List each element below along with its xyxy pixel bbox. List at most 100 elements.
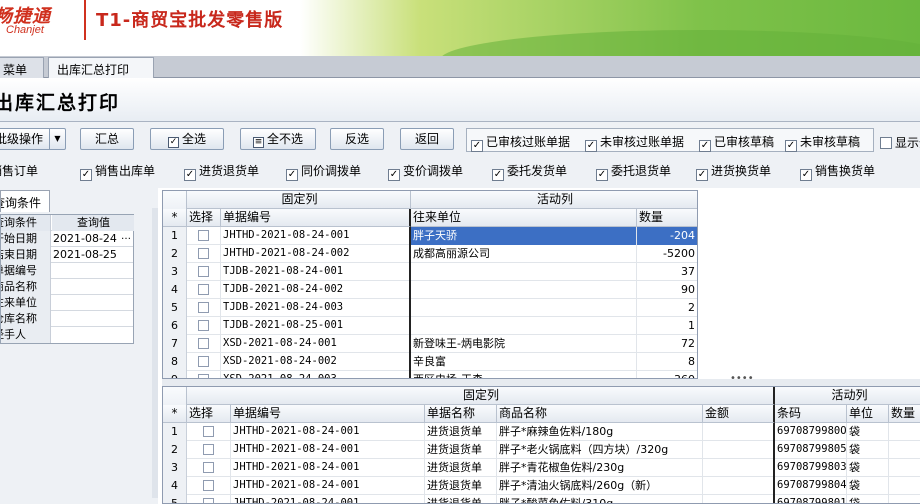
row-select-cell[interactable] [187, 441, 231, 459]
deselect-all-button[interactable]: ≡ 全不选 [240, 128, 316, 150]
table-row[interactable]: 4 TJDB-2021-08-24-002 90 [163, 281, 697, 299]
row-select-cell[interactable] [187, 317, 221, 335]
row-checkbox[interactable] [198, 266, 209, 277]
filter-draft-approved[interactable]: ✓ 已审核草稿 [699, 133, 774, 152]
table-row[interactable]: 3 TJDB-2021-08-24-001 37 [163, 263, 697, 281]
filter-draft-unapproved[interactable]: ✓ 未审核草稿 [785, 133, 860, 152]
row-select-cell[interactable] [187, 227, 221, 245]
filter-purchase-return[interactable]: ✓ 进货退货单 [184, 162, 259, 181]
row-checkbox[interactable] [198, 230, 209, 241]
table-row[interactable]: 4 JHTHD-2021-08-24-001 进货退货单 胖子*清油火锅底料/260g… [163, 477, 920, 495]
row-select-cell[interactable] [187, 371, 221, 378]
panel-scrollbar[interactable] [152, 208, 158, 498]
row-select-cell[interactable] [187, 495, 231, 503]
col-header-amount[interactable]: 金额 [703, 405, 775, 423]
table-row[interactable]: 5 TJDB-2021-08-24-003 2 [163, 299, 697, 317]
row-checkbox[interactable] [203, 462, 214, 473]
row-select-cell[interactable] [187, 477, 231, 495]
product-name-field[interactable] [52, 279, 134, 295]
query-row[interactable]: 经手人 [1, 327, 133, 343]
filter-purchase-exchange[interactable]: ✓ 进货换货单 [696, 162, 771, 181]
col-header-select[interactable]: 选择 [187, 209, 221, 227]
row-checkbox[interactable] [203, 444, 214, 455]
row-checkbox[interactable] [198, 302, 209, 313]
col-header-partner[interactable]: 往来单位 [411, 209, 637, 227]
row-checkbox[interactable] [198, 356, 209, 367]
table-row[interactable]: 1 JHTHD-2021-08-24-001 胖子天骄 -204 [163, 227, 697, 245]
drag-handle-icon: •••• [730, 373, 754, 384]
row-checkbox[interactable] [203, 480, 214, 491]
bill-no-cell: JHTHD-2021-08-24-001 [231, 423, 425, 441]
table-row[interactable]: 7 XSD-2021-08-24-001 新登味王-炳电影院 72 [163, 335, 697, 353]
table-row[interactable]: 6 TJDB-2021-08-25-001 1 [163, 317, 697, 335]
batch-ops-dropdown[interactable]: 批级操作 ▼ [0, 128, 66, 150]
row-select-cell[interactable] [187, 335, 221, 353]
summary-button[interactable]: 汇总 [80, 128, 134, 150]
row-select-cell[interactable] [187, 263, 221, 281]
end-date-field[interactable]: 2021-08-25 [52, 247, 134, 263]
query-row[interactable]: 仓库名称 [1, 311, 133, 327]
row-checkbox[interactable] [198, 248, 209, 259]
filter-consign-delivery[interactable]: ✓ 委托发货单 [492, 162, 567, 181]
col-header-bill-no[interactable]: 单据编号 [221, 209, 411, 227]
row-checkbox[interactable] [198, 320, 209, 331]
handler-field[interactable] [52, 327, 134, 343]
col-header-barcode[interactable]: 条码 [775, 405, 847, 423]
warehouse-field[interactable] [52, 311, 134, 327]
col-header-unit[interactable]: 单位 [847, 405, 889, 423]
filter-consign-return[interactable]: ✓ 委托退货单 [596, 162, 671, 181]
row-select-cell[interactable] [187, 245, 221, 263]
row-select-cell[interactable] [187, 423, 231, 441]
select-all-button[interactable]: ✓ 全选 [150, 128, 224, 150]
row-select-cell[interactable] [187, 299, 221, 317]
tab-menu[interactable]: 菜单 [0, 57, 44, 78]
back-label: 返回 [414, 132, 439, 146]
query-conditions-tab[interactable]: 查询条件 [0, 190, 50, 212]
table-row[interactable]: 2 JHTHD-2021-08-24-002 成都高丽源公司 -5200 [163, 245, 697, 263]
table-row[interactable]: 3 JHTHD-2021-08-24-001 进货退货单 胖子*青花椒鱼佐料/230g… [163, 459, 920, 477]
table-row[interactable]: 5 JHTHD-2021-08-24-001 进货退货单 胖子*酸菜鱼佐料/310g 6… [163, 495, 920, 503]
row-select-cell[interactable] [187, 353, 221, 371]
query-row[interactable]: 往来单位 [1, 295, 133, 311]
query-label: 开始日期 [1, 231, 51, 247]
invert-selection-button[interactable]: 反选 [330, 128, 384, 150]
partner-field[interactable] [52, 295, 134, 311]
row-checkbox[interactable] [203, 498, 214, 503]
col-header-bill-no[interactable]: 单据编号 [231, 405, 425, 423]
table-row[interactable]: 9 XSD-2021-08-24-003西区电场-王森360 [163, 371, 697, 378]
query-row[interactable]: 结束日期 2021-08-25 [1, 247, 133, 263]
table-row[interactable]: 1 JHTHD-2021-08-24-001 进货退货单 胖子*麻辣鱼佐料/180g 6… [163, 423, 920, 441]
row-checkbox[interactable] [203, 426, 214, 437]
row-select-cell[interactable] [187, 281, 221, 299]
bill-number-field[interactable] [52, 263, 134, 279]
filter-same-price-transfer[interactable]: ✓ 同价调拨单 [286, 162, 361, 181]
show-all-checkbox[interactable]: 显示全部 [880, 134, 920, 151]
query-row[interactable]: 开始日期 2021-08-24 … [1, 231, 133, 247]
filter-posted-unapproved[interactable]: ✓ 未审核过账单据 [585, 133, 684, 152]
ellipsis-icon[interactable]: … [121, 231, 131, 242]
col-header-qty[interactable]: 数量 [889, 405, 920, 423]
query-row[interactable]: 单据编号 [1, 263, 133, 279]
filter-sales-order[interactable]: 销售订单 [0, 162, 38, 179]
row-checkbox[interactable] [198, 338, 209, 349]
filter-label: 已审核草稿 [714, 135, 775, 149]
row-checkbox[interactable] [198, 284, 209, 295]
row-number: 1 [163, 227, 187, 245]
grid-splitter[interactable]: •••• [162, 373, 920, 386]
col-header-qty[interactable]: 数量 [637, 209, 697, 227]
tab-outbound-summary-print[interactable]: 出库汇总打印 [48, 57, 154, 78]
filter-sales-outbound[interactable]: ✓ 销售出库单 [80, 162, 155, 181]
filter-sales-exchange[interactable]: ✓ 销售换货单 [800, 162, 875, 181]
back-button[interactable]: 返回 [400, 128, 454, 150]
col-header-product[interactable]: 商品名称 [497, 405, 703, 423]
col-header-bill-type[interactable]: 单据名称 [425, 405, 497, 423]
table-row[interactable]: 2 JHTHD-2021-08-24-001 进货退货单 胖子*老火锅底料（四方块）/… [163, 441, 920, 459]
table-row[interactable]: 8 XSD-2021-08-24-002 辛良富 8 [163, 353, 697, 371]
query-row[interactable]: 商品名称 [1, 279, 133, 295]
filter-posted-approved[interactable]: ✓ 已审核过账单据 [471, 133, 570, 152]
col-header-select[interactable]: 选择 [187, 405, 231, 423]
qty-cell: 8 [637, 353, 697, 371]
filter-variable-price-transfer[interactable]: ✓ 变价调拨单 [388, 162, 463, 181]
bill-no-cell: TJDB-2021-08-24-003 [221, 299, 411, 317]
row-select-cell[interactable] [187, 459, 231, 477]
